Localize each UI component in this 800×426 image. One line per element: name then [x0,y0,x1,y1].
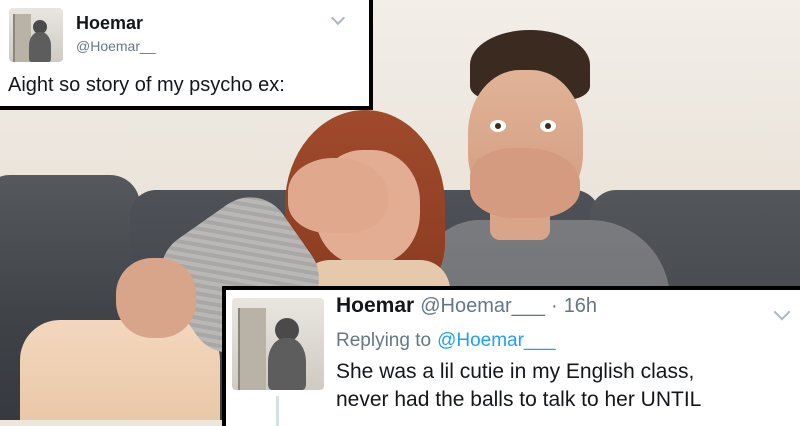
user-handle[interactable]: @Hoemar__ [76,38,156,54]
tweet-text-line-2: never had the balls to talk to her UNTIL [336,388,702,411]
man-right-eye [540,120,556,132]
separator-dot: · [551,295,558,317]
replying-to: Replying to @Hoemar___ [336,330,556,352]
tweet-text: She was a lil cutie in my English class,… [336,358,796,414]
timestamp[interactable]: 16h [564,295,597,317]
user-handle[interactable]: @Hoemar___ [420,295,545,317]
thread-line [276,396,279,426]
chevron-down-icon[interactable] [330,10,346,26]
avatar[interactable] [232,298,324,390]
tweet-header: Hoemar @Hoemar___ · 16h [336,294,597,318]
man-hand-over-mouth [470,148,580,218]
woman-hand-over-eyes [288,158,388,233]
man-left-eye [490,120,506,132]
avatar-figure [268,338,306,390]
tweet-text: Aight so story of my psycho ex: [8,74,285,96]
tweet-card-reply: Hoemar @Hoemar___ · 16h Replying to @Hoemar_… [222,286,800,426]
replying-to-handle-link[interactable]: @Hoemar___ [437,330,556,351]
pillow [20,320,220,420]
avatar[interactable] [9,8,63,62]
chevron-down-icon[interactable] [773,303,791,321]
avatar-door [238,308,266,390]
display-name[interactable]: Hoemar [336,294,414,317]
display-name[interactable]: Hoemar [76,13,143,34]
man-arm-hand [116,258,196,338]
tweet-text-line-1: She was a lil cutie in my English class, [336,360,695,383]
replying-to-label: Replying to [336,330,432,351]
tweet-card-top: Hoemar @Hoemar__ Aight so story of my ps… [0,0,373,110]
avatar-figure [29,32,51,62]
